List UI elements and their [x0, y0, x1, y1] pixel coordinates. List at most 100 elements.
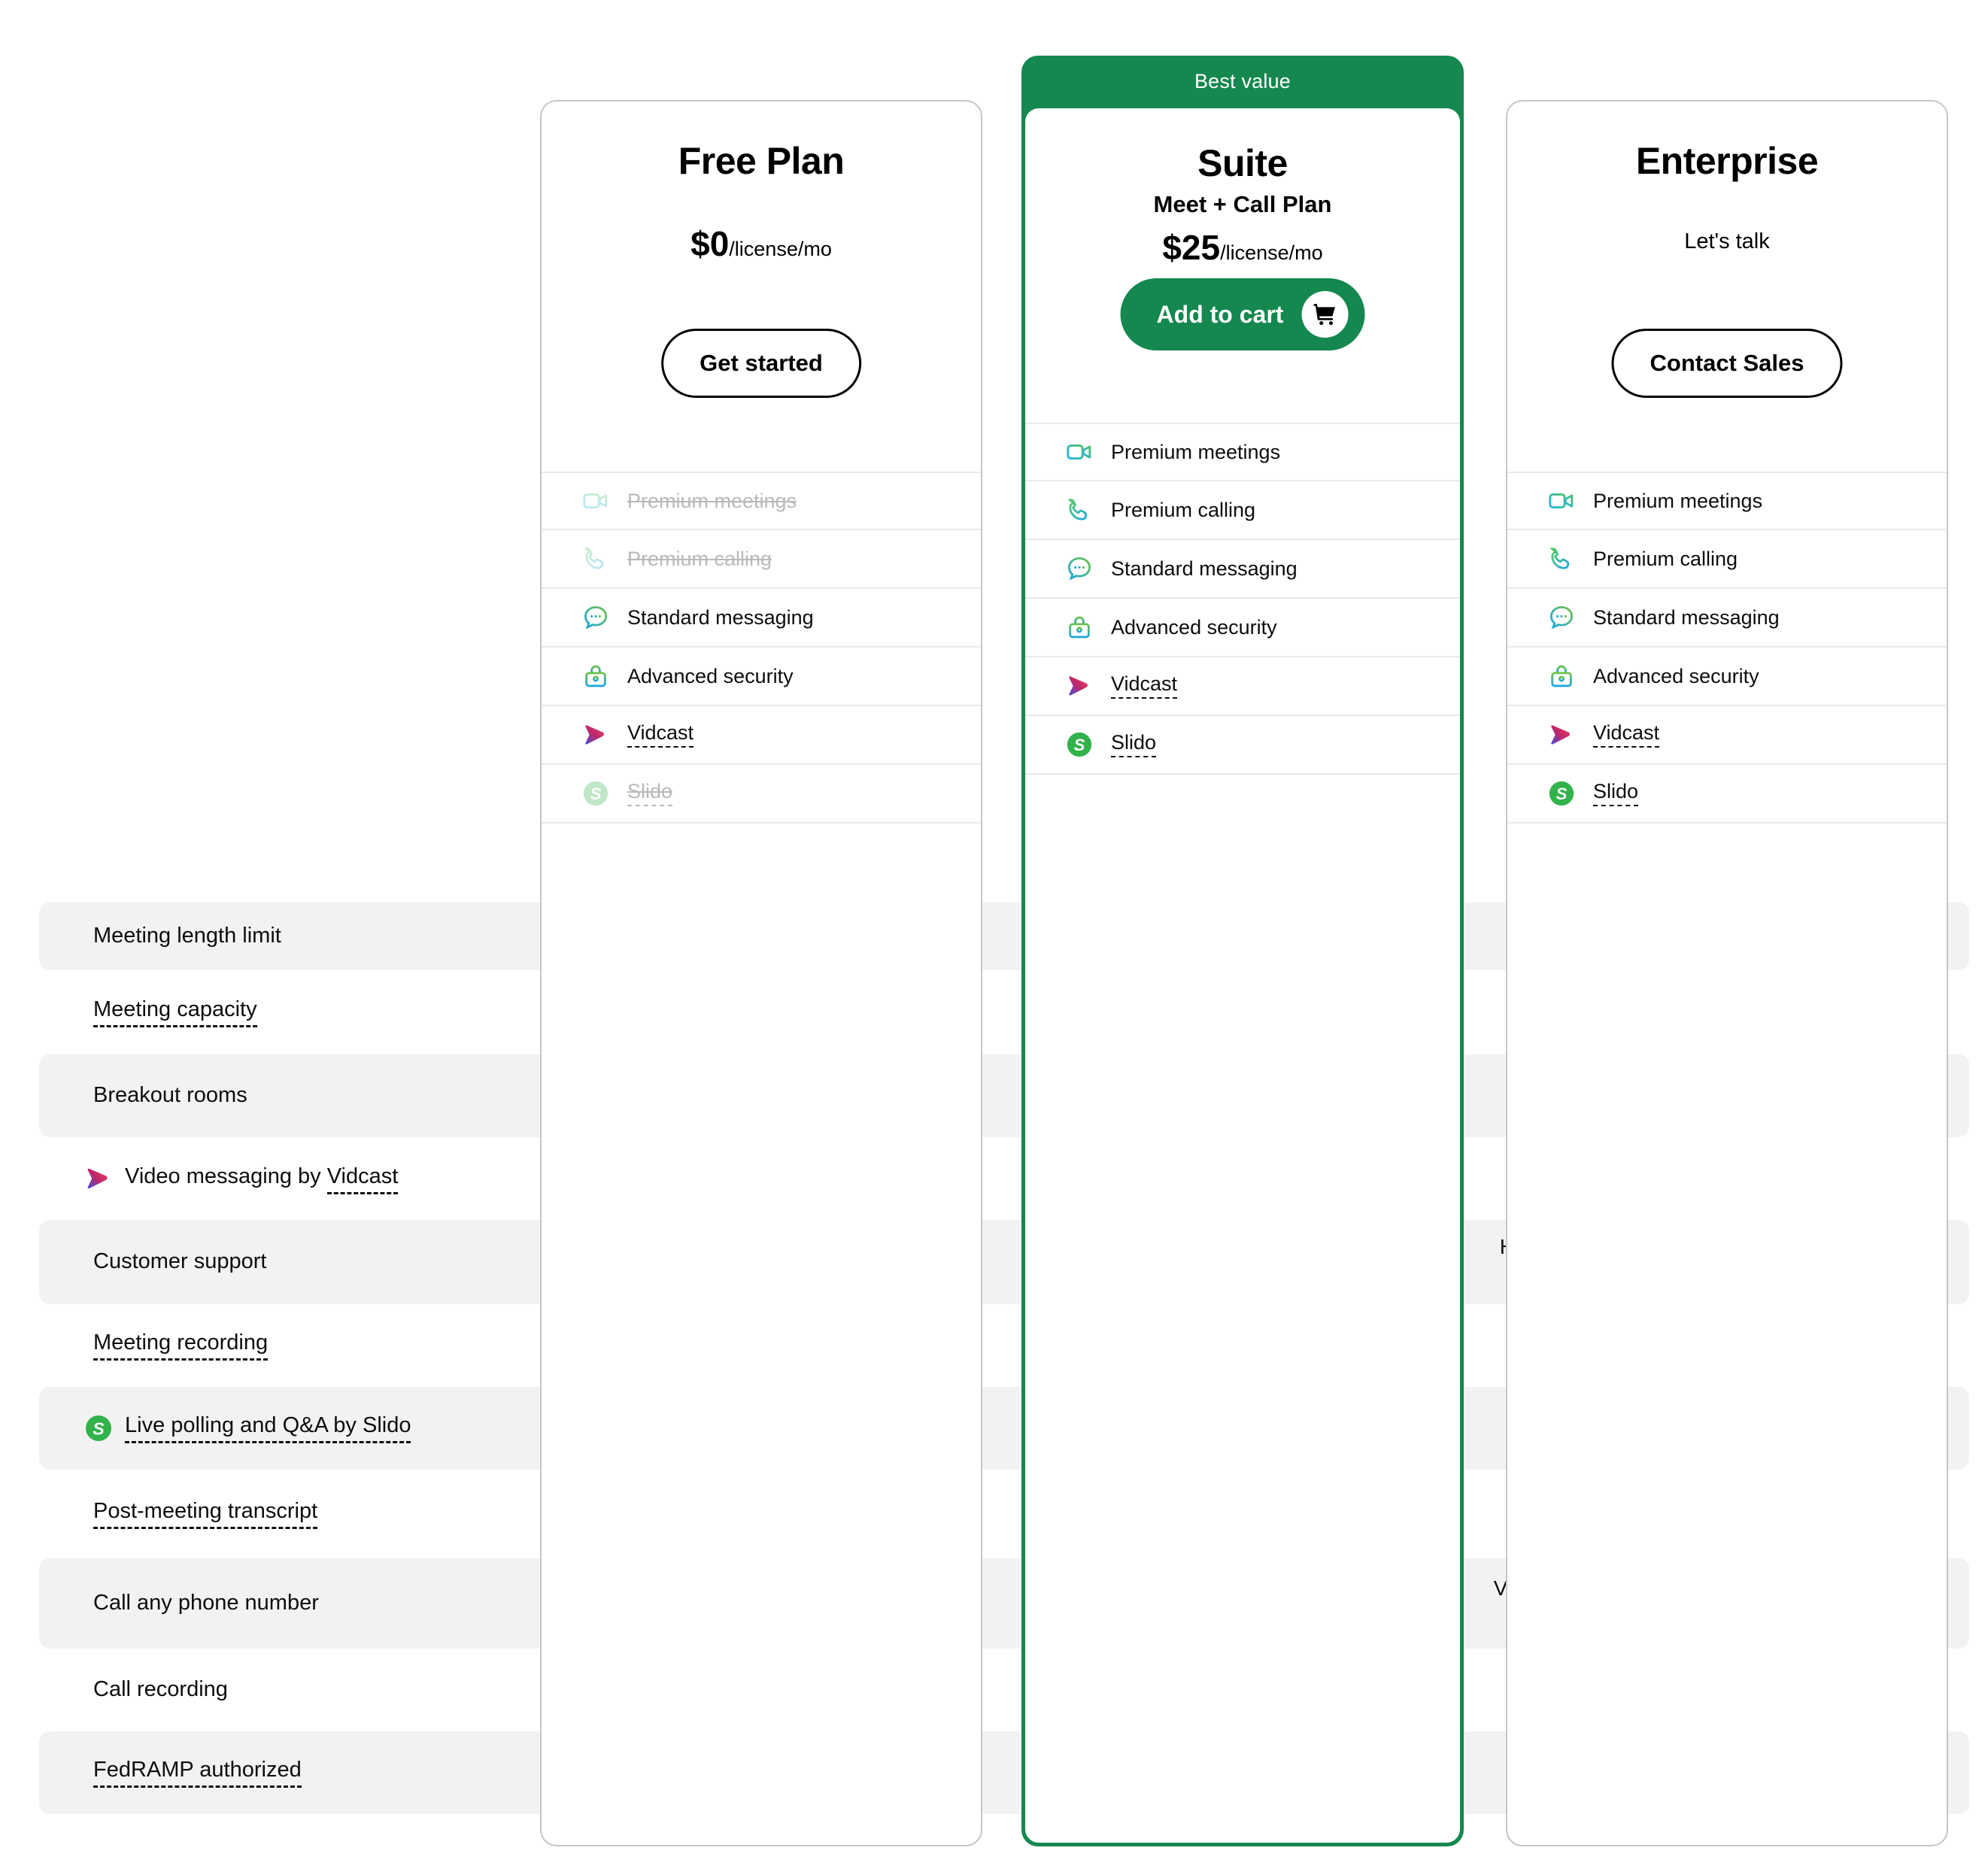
phone-icon — [1546, 544, 1577, 574]
plan-price-free: $0/license/mo — [542, 223, 981, 264]
feature-item-standard-messaging: Standard messaging — [1507, 589, 1947, 648]
table-row-label: Breakout rooms — [39, 1082, 551, 1110]
feature-item-standard-messaging: Standard messaging — [1025, 540, 1460, 599]
plan-price-amount-suite: $25 — [1162, 228, 1221, 267]
contact-sales-label: Contact Sales — [1650, 350, 1804, 376]
feature-item-label[interactable]: Vidcast — [627, 721, 694, 748]
svg-text:S: S — [93, 1418, 105, 1438]
table-row-label: Video messaging by Vidcast — [39, 1163, 551, 1194]
shopping-cart-icon — [1301, 291, 1349, 338]
feature-item-label[interactable]: Slido — [1111, 731, 1157, 757]
plan-price-suite: $25/license/mo — [1025, 227, 1460, 268]
feature-item-label: Premium calling — [1111, 498, 1256, 521]
lock-shield-icon — [1546, 661, 1577, 691]
table-row-label: Meeting length limit — [39, 922, 551, 951]
feature-item-premium-calling: Premium calling — [1507, 530, 1947, 589]
table-row-label: Call recording — [39, 1676, 551, 1704]
plan-title-suite: Suite — [1197, 142, 1288, 184]
feature-item-label[interactable]: Vidcast — [1111, 672, 1178, 699]
feature-item-premium-meetings: Premium meetings — [542, 472, 981, 530]
plan-price-period-free: /license/mo — [729, 238, 832, 260]
vidcast-icon — [581, 720, 611, 750]
feature-item-premium-meetings: Premium meetings — [1025, 423, 1460, 481]
phone-icon — [581, 544, 611, 574]
feature-item-label: Advanced security — [1111, 615, 1277, 639]
table-row-label: Post-meeting transcript — [39, 1499, 551, 1529]
feature-item-advanced-security: Advanced security — [1025, 599, 1460, 657]
table-row-label: S Live polling and Q&A by Slido — [39, 1412, 551, 1444]
feature-item-label: Premium meetings — [1593, 489, 1763, 512]
vidcast-icon — [1064, 671, 1094, 701]
feature-item-slido: S Slido — [542, 765, 981, 824]
svg-text:S: S — [590, 784, 602, 803]
phone-icon — [1064, 495, 1094, 525]
feature-item-label: Standard messaging — [1593, 605, 1780, 629]
table-row-label-text: Meeting length limit — [93, 924, 281, 948]
table-row-label-text[interactable]: Live polling and Q&A by Slido — [125, 1413, 411, 1443]
table-row-label: Customer support — [39, 1248, 551, 1276]
table-row-label-text[interactable]: FedRAMP authorized — [93, 1758, 302, 1788]
feature-item-vidcast: Vidcast — [1025, 657, 1460, 716]
video-camera-icon — [581, 486, 611, 516]
table-row-label: Meeting recording — [39, 1330, 551, 1361]
feature-item-premium-calling: Premium calling — [542, 530, 981, 589]
lock-shield-icon — [1064, 612, 1094, 642]
feature-list-suite: Premium meetings Premium calling Standar… — [1025, 423, 1460, 775]
table-row-label-text[interactable]: Post-meeting transcript — [93, 1499, 318, 1529]
feature-item-premium-calling: Premium calling — [1025, 481, 1460, 540]
plan-card-free: Free Plan $0/license/mo Get started Prem… — [540, 100, 982, 1846]
table-row-label: FedRAMP authorized — [39, 1758, 551, 1788]
get-started-label: Get started — [700, 350, 823, 376]
chat-bubble-icon — [1546, 602, 1577, 633]
table-row-label-text: Call recording — [93, 1677, 228, 1702]
table-row-label-text: Video messaging by Vidcast — [125, 1163, 399, 1194]
plan-title-free: Free Plan — [678, 140, 845, 182]
feature-list-enterprise: Premium meetings Premium calling Standar… — [1507, 472, 1947, 824]
table-row-label-text: Call any phone number — [93, 1591, 319, 1616]
pricing-comparison-page: Meeting length limitUp to 40 min24 hours… — [0, 0, 1988, 1872]
plan-price-amount-free: $0 — [690, 224, 730, 263]
slido-icon: S — [83, 1412, 114, 1444]
plan-subtitle-suite: Meet + Call Plan — [1153, 191, 1332, 217]
get-started-button[interactable]: Get started — [661, 329, 861, 398]
best-value-badge: Best value — [1194, 69, 1291, 93]
feature-item-label[interactable]: Slido — [627, 780, 673, 806]
feature-item-label: Standard messaging — [1111, 557, 1298, 580]
feature-item-label: Premium calling — [627, 547, 772, 570]
video-camera-icon — [1546, 486, 1577, 516]
feature-item-advanced-security: Advanced security — [542, 648, 981, 706]
feature-item-vidcast: Vidcast — [542, 706, 981, 765]
table-row-label: Meeting capacity — [39, 997, 551, 1027]
feature-item-label: Premium meetings — [1111, 440, 1281, 463]
feature-item-advanced-security: Advanced security — [1507, 648, 1947, 706]
table-row-label-text[interactable]: Meeting recording — [93, 1330, 269, 1361]
add-to-cart-button[interactable]: Add to cart — [1120, 278, 1365, 350]
plan-card-suite: Best value Suite Meet + Call Plan $25/li… — [1021, 56, 1464, 1846]
svg-text:S: S — [1556, 784, 1568, 803]
table-row-label-text[interactable]: Meeting capacity — [93, 997, 257, 1027]
table-row-label-text: Breakout rooms — [93, 1083, 247, 1108]
feature-item-label: Premium calling — [1593, 547, 1738, 570]
feature-item-label[interactable]: Slido — [1593, 780, 1639, 806]
plan-contact-text: Let's talk — [1684, 229, 1770, 253]
feature-item-label: Advanced security — [627, 664, 794, 687]
plan-price-period-suite: /license/mo — [1220, 241, 1323, 264]
feature-item-vidcast: Vidcast — [1507, 706, 1947, 765]
slido-icon: S — [1064, 730, 1094, 760]
vidcast-icon — [1546, 720, 1577, 750]
add-to-cart-label: Add to cart — [1156, 300, 1284, 328]
vidcast-icon — [83, 1163, 114, 1194]
video-camera-icon — [1064, 437, 1094, 467]
feature-item-label: Standard messaging — [627, 605, 814, 629]
feature-item-slido: S Slido — [1507, 765, 1947, 824]
plan-title-enterprise: Enterprise — [1635, 140, 1819, 182]
chat-bubble-icon — [581, 602, 611, 633]
slido-icon: S — [1546, 778, 1577, 809]
tooltip-term[interactable]: Vidcast — [326, 1164, 399, 1194]
contact-sales-button[interactable]: Contact Sales — [1611, 329, 1843, 398]
table-row-label: Call any phone number — [39, 1589, 551, 1618]
feature-item-label[interactable]: Vidcast — [1593, 721, 1660, 748]
lock-shield-icon — [581, 661, 611, 691]
feature-item-slido: S Slido — [1025, 716, 1460, 775]
table-row-label-text: Customer support — [93, 1249, 267, 1274]
